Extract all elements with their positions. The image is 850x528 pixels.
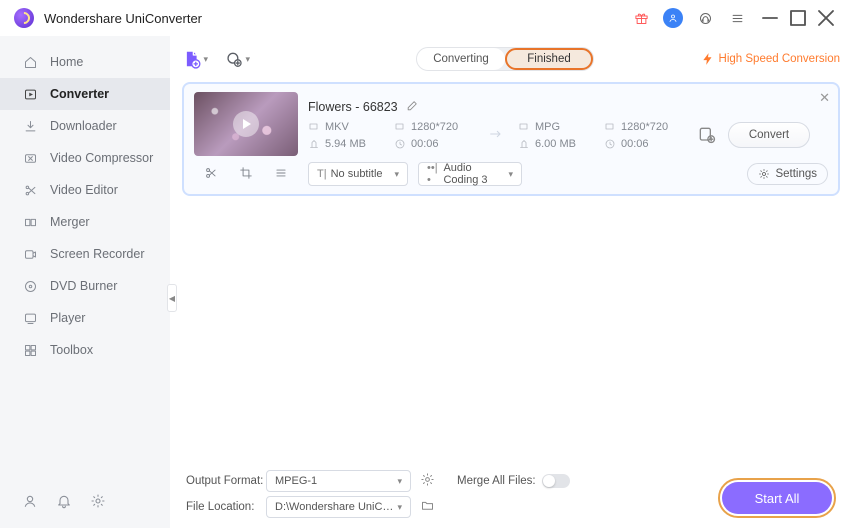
- main: ▾ ▾ Converting Finished High Speed Conve…: [170, 36, 850, 528]
- close-icon[interactable]: ✕: [819, 90, 830, 106]
- profile-icon[interactable]: [22, 493, 38, 512]
- titlebar: Wondershare UniConverter: [0, 0, 850, 36]
- sidebar-item-label: Converter: [50, 87, 109, 101]
- sidebar-item-merger[interactable]: Merger: [0, 206, 170, 238]
- sidebar-item-compressor[interactable]: Video Compressor: [0, 142, 170, 174]
- file-location-label: File Location:: [186, 501, 266, 513]
- window-close[interactable]: [812, 4, 840, 32]
- filename: Flowers - 66823: [308, 100, 398, 114]
- crop-icon[interactable]: [239, 166, 253, 183]
- merger-icon: [22, 214, 38, 230]
- sidebar-item-label: Video Compressor: [50, 151, 153, 165]
- status-tabs: Converting Finished: [416, 47, 594, 71]
- sidebar-item-toolbox[interactable]: Toolbox: [0, 334, 170, 366]
- scissors-icon: [22, 182, 38, 198]
- sidebar-item-converter[interactable]: Converter: [0, 78, 170, 110]
- app-title: Wondershare UniConverter: [44, 11, 202, 26]
- download-icon: [22, 118, 38, 134]
- sidebar-item-label: Video Editor: [50, 183, 118, 197]
- recorder-icon: [22, 246, 38, 262]
- window-maximize[interactable]: [784, 4, 812, 32]
- gift-icon[interactable]: [630, 7, 652, 29]
- sidebar: Home Converter Downloader Video Compress…: [0, 36, 170, 528]
- audio-select[interactable]: ••|•Audio Coding 3▾: [418, 162, 522, 186]
- start-all-button[interactable]: Start All: [722, 482, 832, 514]
- sidebar-item-home[interactable]: Home: [0, 46, 170, 78]
- menu-icon[interactable]: [726, 7, 748, 29]
- add-file-button[interactable]: ▾: [182, 46, 208, 72]
- dvd-icon: [22, 278, 38, 294]
- more-icon[interactable]: [274, 166, 288, 183]
- high-speed-toggle[interactable]: High Speed Conversion: [701, 52, 840, 66]
- target-meta: MPG 1280*720 6.00 MB 00:06: [518, 121, 684, 150]
- app-logo: [14, 8, 34, 28]
- play-icon: [233, 111, 259, 137]
- sidebar-item-downloader[interactable]: Downloader: [0, 110, 170, 142]
- chevron-down-icon: ▾: [245, 54, 250, 65]
- tab-finished[interactable]: Finished: [505, 48, 593, 70]
- trim-icon[interactable]: [204, 166, 218, 183]
- bell-icon[interactable]: [56, 493, 72, 512]
- compressor-icon: [22, 150, 38, 166]
- output-format-label: Output Format:: [186, 475, 266, 487]
- format-settings-icon[interactable]: [417, 472, 437, 490]
- tab-converting[interactable]: Converting: [417, 48, 505, 70]
- sidebar-item-editor[interactable]: Video Editor: [0, 174, 170, 206]
- settings-button[interactable]: Settings: [747, 163, 828, 185]
- merge-label: Merge All Files:: [457, 475, 536, 487]
- toolbox-icon: [22, 342, 38, 358]
- open-folder-icon[interactable]: [417, 498, 437, 516]
- thumb-tools: [194, 166, 298, 183]
- window-minimize[interactable]: [756, 4, 784, 32]
- converter-icon: [22, 86, 38, 102]
- sidebar-item-label: Screen Recorder: [50, 247, 145, 261]
- subtitle-select[interactable]: T|No subtitle▾: [308, 162, 408, 186]
- sidebar-item-recorder[interactable]: Screen Recorder: [0, 238, 170, 270]
- account-avatar[interactable]: [662, 7, 684, 29]
- convert-button[interactable]: Convert: [728, 122, 810, 148]
- sidebar-item-label: Home: [50, 55, 83, 69]
- sidebar-item-label: Merger: [50, 215, 90, 229]
- gear-icon[interactable]: [90, 493, 106, 512]
- video-thumbnail[interactable]: [194, 92, 298, 156]
- player-icon: [22, 310, 38, 326]
- home-icon: [22, 54, 38, 70]
- merge-toggle[interactable]: [542, 474, 570, 488]
- sidebar-item-label: Player: [50, 311, 85, 325]
- toolbar: ▾ ▾ Converting Finished High Speed Conve…: [182, 42, 840, 76]
- file-location-select[interactable]: D:\Wondershare UniConverter▾: [266, 496, 411, 518]
- edit-name-icon[interactable]: [406, 99, 419, 115]
- sidebar-item-label: Downloader: [50, 119, 117, 133]
- arrow-right-icon: [486, 126, 506, 145]
- source-meta: MKV 1280*720 5.94 MB 00:06: [308, 121, 474, 150]
- format-preset-icon[interactable]: [696, 124, 718, 146]
- sidebar-item-dvd[interactable]: DVD Burner: [0, 270, 170, 302]
- add-url-button[interactable]: ▾: [224, 46, 250, 72]
- support-icon[interactable]: [694, 7, 716, 29]
- file-card: ✕ Flowers - 66823 MKV 1280*720 5.94 MB: [182, 82, 840, 196]
- output-format-select[interactable]: MPEG-1▾: [266, 470, 411, 492]
- sidebar-item-player[interactable]: Player: [0, 302, 170, 334]
- sidebar-item-label: Toolbox: [50, 343, 93, 357]
- chevron-down-icon: ▾: [203, 54, 208, 65]
- sidebar-item-label: DVD Burner: [50, 279, 117, 293]
